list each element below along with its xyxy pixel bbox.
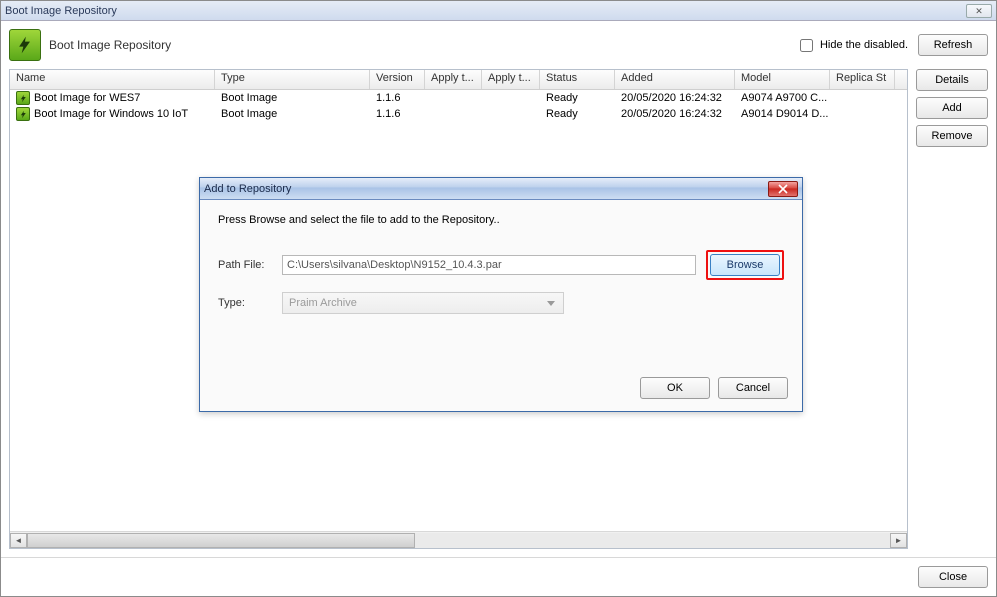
scroll-left-button[interactable]: ◄ <box>10 533 27 548</box>
type-value: Praim Archive <box>289 297 357 309</box>
titlebar: Boot Image Repository ✕ <box>1 1 996 21</box>
type-row: Type: Praim Archive <box>218 292 784 314</box>
type-dropdown[interactable]: Praim Archive <box>282 292 564 314</box>
col-apply2[interactable]: Apply t... <box>482 70 540 89</box>
cell-model: A9014 D9014 D... <box>735 108 830 120</box>
header-row: Boot Image Repository Hide the disabled.… <box>9 29 988 61</box>
side-buttons: Details Add Remove <box>916 69 988 549</box>
cell-name: Boot Image for Windows 10 IoT <box>34 108 188 120</box>
add-button[interactable]: Add <box>916 97 988 119</box>
cell-type: Boot Image <box>215 108 370 120</box>
table-row[interactable]: Boot Image for Windows 10 IoT Boot Image… <box>10 106 907 122</box>
path-row: Path File: C:\Users\silvana\Desktop\N915… <box>218 250 784 280</box>
hide-disabled-checkbox[interactable]: Hide the disabled. <box>796 36 908 55</box>
remove-button[interactable]: Remove <box>916 125 988 147</box>
col-replica[interactable]: Replica St <box>830 70 895 89</box>
path-file-input[interactable]: C:\Users\silvana\Desktop\N9152_10.4.3.pa… <box>282 255 696 275</box>
grid-header: Name Type Version Apply t... Apply t... … <box>10 70 907 90</box>
window-title: Boot Image Repository <box>5 5 117 17</box>
close-button[interactable]: Close <box>918 566 988 588</box>
cell-added: 20/05/2020 16:24:32 <box>615 108 735 120</box>
cell-version: 1.1.6 <box>370 108 425 120</box>
hide-disabled-label: Hide the disabled. <box>820 39 908 51</box>
lightning-icon <box>9 29 41 61</box>
scroll-right-button[interactable]: ► <box>890 533 907 548</box>
col-model[interactable]: Model <box>735 70 830 89</box>
table-row[interactable]: Boot Image for WES7 Boot Image 1.1.6 Rea… <box>10 90 907 106</box>
dialog-title: Add to Repository <box>204 183 291 195</box>
details-button[interactable]: Details <box>916 69 988 91</box>
cell-type: Boot Image <box>215 92 370 104</box>
scroll-thumb[interactable] <box>27 533 415 548</box>
cell-version: 1.1.6 <box>370 92 425 104</box>
cell-added: 20/05/2020 16:24:32 <box>615 92 735 104</box>
dialog-titlebar: Add to Repository <box>200 178 802 200</box>
cell-status: Ready <box>540 108 615 120</box>
dialog-close-button[interactable] <box>768 181 798 197</box>
dialog-instruction: Press Browse and select the file to add … <box>218 214 784 226</box>
col-version[interactable]: Version <box>370 70 425 89</box>
page-title: Boot Image Repository <box>49 38 171 52</box>
col-apply1[interactable]: Apply t... <box>425 70 482 89</box>
path-label: Path File: <box>218 259 272 271</box>
cell-status: Ready <box>540 92 615 104</box>
dialog-buttons: OK Cancel <box>200 377 802 411</box>
browse-highlight: Browse <box>706 250 784 280</box>
col-type[interactable]: Type <box>215 70 370 89</box>
lightning-icon <box>16 91 30 105</box>
type-label: Type: <box>218 297 272 309</box>
browse-button[interactable]: Browse <box>710 254 780 276</box>
col-name[interactable]: Name <box>10 70 215 89</box>
col-added[interactable]: Added <box>615 70 735 89</box>
add-to-repository-dialog: Add to Repository Press Browse and selec… <box>199 177 803 412</box>
dialog-body: Press Browse and select the file to add … <box>200 200 802 377</box>
horizontal-scrollbar[interactable]: ◄ ► <box>10 531 907 548</box>
cancel-button[interactable]: Cancel <box>718 377 788 399</box>
scroll-track[interactable] <box>27 533 890 548</box>
col-status[interactable]: Status <box>540 70 615 89</box>
hide-disabled-input[interactable] <box>800 39 813 52</box>
refresh-button[interactable]: Refresh <box>918 34 988 56</box>
top-actions: Hide the disabled. Refresh <box>796 34 988 56</box>
ok-button[interactable]: OK <box>640 377 710 399</box>
cell-name: Boot Image for WES7 <box>34 92 140 104</box>
window-close-button[interactable]: ✕ <box>966 4 992 18</box>
lightning-icon <box>16 107 30 121</box>
cell-model: A9074 A9700 C... <box>735 92 830 104</box>
footer: Close <box>1 557 996 596</box>
